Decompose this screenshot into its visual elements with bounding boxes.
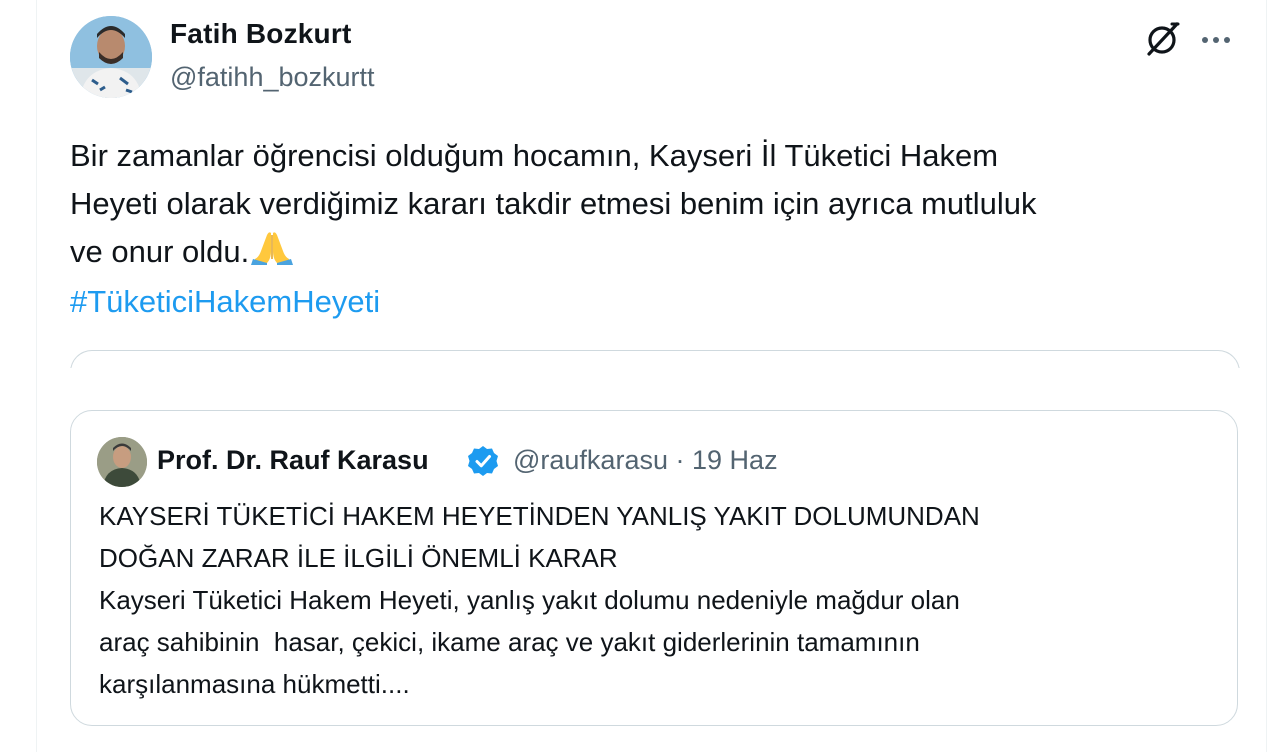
- quoted-tweet-card[interactable]: Prof. Dr. Rauf Karasu @raufkarasu · 19 H…: [70, 410, 1238, 726]
- quoted-author-avatar[interactable]: [97, 437, 147, 487]
- quoted-author-name[interactable]: Prof. Dr. Rauf Karasu: [157, 445, 429, 476]
- author-name[interactable]: Fatih Bozkurt: [170, 18, 351, 50]
- quoted-text-line-4: araç sahibinin hasar, çekici, ikame araç…: [99, 627, 920, 657]
- left-border: [36, 0, 37, 752]
- quoted-meta: @raufkarasu · 19 Haz: [513, 445, 778, 476]
- author-handle[interactable]: @fatihh_bozkurtt: [170, 62, 375, 93]
- hashtag-link[interactable]: #TüketiciHakemHeyeti: [70, 278, 380, 326]
- author-avatar[interactable]: [70, 16, 152, 98]
- verified-badge-icon: [467, 445, 499, 477]
- quoted-author-handle[interactable]: @raufkarasu: [513, 445, 668, 475]
- meta-separator: ·: [675, 445, 685, 475]
- tweet-text: Bir zamanlar öğrencisi olduğum hocamın, …: [70, 132, 1220, 276]
- quoted-date[interactable]: 19 Haz: [692, 445, 778, 475]
- quoted-avatar-photo: [97, 437, 147, 487]
- quoted-text-line-2: DOĞAN ZARAR İLE İLGİLİ ÖNEMLİ KARAR: [99, 543, 618, 573]
- quoted-text-line-3: Kayseri Tüketici Hakem Heyeti, yanlış ya…: [99, 585, 960, 615]
- tweet-screenshot: Fatih Bozkurt @fatihh_bozkurtt Bir zaman…: [0, 0, 1280, 752]
- tweet-text-line-3: ve onur oldu.: [70, 234, 250, 269]
- grok-icon[interactable]: [1144, 20, 1182, 58]
- tweet-text-line-1: Bir zamanlar öğrencisi olduğum hocamın, …: [70, 138, 999, 173]
- quoted-text-line-5: karşılanmasına hükmetti....: [99, 669, 410, 699]
- quoted-text: KAYSERİ TÜKETİCİ HAKEM HEYETİNDEN YANLIŞ…: [99, 495, 1209, 705]
- more-options-icon[interactable]: [1198, 22, 1234, 58]
- quoted-text-line-1: KAYSERİ TÜKETİCİ HAKEM HEYETİNDEN YANLIŞ…: [99, 501, 980, 531]
- tweet-text-line-2: Heyeti olarak verdiğimiz kararı takdir e…: [70, 186, 1037, 221]
- avatar-photo: [70, 16, 152, 98]
- right-border: [1266, 0, 1267, 752]
- folded-hands-emoji: [251, 232, 294, 265]
- card-edge-cover: [60, 368, 1250, 398]
